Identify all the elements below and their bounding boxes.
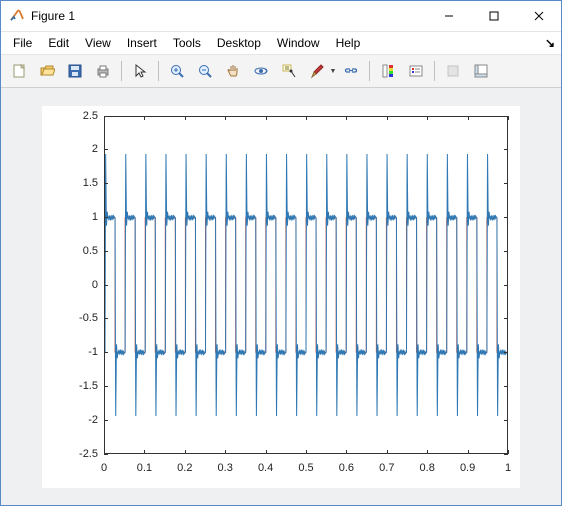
- window-title: Figure 1: [31, 9, 75, 23]
- xtick-label: 0.3: [205, 462, 245, 474]
- xtick-label: 0.2: [165, 462, 205, 474]
- xtick-label: 0.7: [367, 462, 407, 474]
- insert-colorbar-button[interactable]: [375, 59, 401, 83]
- insert-legend-button[interactable]: [403, 59, 429, 83]
- brush-button[interactable]: [304, 59, 330, 83]
- plot-lines: [105, 117, 507, 453]
- ytick-label: 1: [42, 211, 98, 223]
- zoom-out-button[interactable]: [192, 59, 218, 83]
- toolbar-separator: [369, 61, 370, 81]
- matlab-figure-icon: [9, 8, 25, 24]
- ytick-label: 2: [42, 143, 98, 155]
- menu-edit[interactable]: Edit: [40, 34, 77, 52]
- new-figure-button[interactable]: [6, 59, 32, 83]
- ytick-label: -2.5: [42, 448, 98, 460]
- menu-help[interactable]: Help: [328, 34, 369, 52]
- toolbar: ▼: [1, 55, 561, 88]
- xtick-label: 0: [84, 462, 124, 474]
- menu-file[interactable]: File: [5, 34, 40, 52]
- titlebar: Figure 1: [1, 1, 561, 32]
- axes-container: -2.5-2-1.5-1-0.500.511.522.5 00.10.20.30…: [42, 106, 520, 488]
- ytick-label: -2: [42, 414, 98, 426]
- rotate-3d-button[interactable]: [248, 59, 274, 83]
- maximize-button[interactable]: [471, 2, 516, 31]
- menubar: File Edit View Insert Tools Desktop Wind…: [1, 32, 561, 55]
- close-button[interactable]: [516, 2, 561, 31]
- minimize-button[interactable]: [426, 2, 471, 31]
- plot-axes[interactable]: [104, 116, 508, 454]
- edit-plot-button[interactable]: [127, 59, 153, 83]
- menu-tools[interactable]: Tools: [165, 34, 209, 52]
- xtick-label: 0.9: [448, 462, 488, 474]
- toolbar-separator: [158, 61, 159, 81]
- xtick-label: 0.4: [246, 462, 286, 474]
- brush-dropdown-icon[interactable]: ▼: [329, 68, 337, 75]
- open-file-button[interactable]: [34, 59, 60, 83]
- xtick-label: 0.1: [124, 462, 164, 474]
- menu-insert[interactable]: Insert: [119, 34, 165, 52]
- menu-view[interactable]: View: [77, 34, 119, 52]
- zoom-in-button[interactable]: [164, 59, 190, 83]
- figure-canvas: -2.5-2-1.5-1-0.500.511.522.5 00.10.20.30…: [1, 88, 561, 505]
- xtick-label: 0.5: [286, 462, 326, 474]
- xtick-label: 0.8: [407, 462, 447, 474]
- ytick-label: 0.5: [42, 245, 98, 257]
- print-figure-button[interactable]: [90, 59, 116, 83]
- ytick-label: -1: [42, 346, 98, 358]
- save-figure-button[interactable]: [62, 59, 88, 83]
- show-plot-tools-button[interactable]: [468, 59, 494, 83]
- menu-window[interactable]: Window: [269, 34, 328, 52]
- ytick-label: 2.5: [42, 110, 98, 122]
- hide-plot-tools-button[interactable]: [440, 59, 466, 83]
- ytick-label: 0: [42, 279, 98, 291]
- series-approx: [105, 153, 507, 415]
- link-plot-button[interactable]: [338, 59, 364, 83]
- toolbar-separator: [434, 61, 435, 81]
- xtick-label: 1: [488, 462, 528, 474]
- pan-button[interactable]: [220, 59, 246, 83]
- menu-desktop[interactable]: Desktop: [209, 34, 269, 52]
- ytick-label: -1.5: [42, 380, 98, 392]
- figure-window: Figure 1 File Edit View Insert Tools Des…: [0, 0, 562, 506]
- ytick-label: -0.5: [42, 312, 98, 324]
- xtick-label: 0.6: [326, 462, 366, 474]
- toolbar-separator: [121, 61, 122, 81]
- ytick-label: 1.5: [42, 177, 98, 189]
- data-cursor-button[interactable]: [276, 59, 302, 83]
- menu-more-icon[interactable]: ↘: [543, 36, 557, 50]
